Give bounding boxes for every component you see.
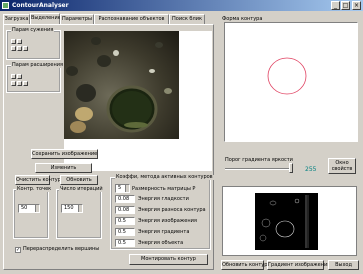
contour-graphic (267, 57, 307, 95)
shrink-params-label: Парам сужения (11, 27, 55, 33)
smoothness-energy-field[interactable]: 0.08 (115, 195, 135, 203)
expand-option-5[interactable] (23, 81, 28, 86)
matrix-size-label: Размерность матрицы Р (132, 186, 196, 192)
smoothness-energy-label: Энергия гладкости (138, 196, 189, 202)
gradient-image-button[interactable]: Градиент изображения (267, 260, 330, 270)
points-value: 50 (21, 205, 28, 211)
minimize-button[interactable]: _ (331, 1, 340, 10)
tab-glare-search[interactable]: Поиск блик (169, 14, 205, 24)
photo-graphic (66, 37, 172, 133)
threshold-label: Порог градиента яркости (225, 157, 293, 163)
properties-window-button[interactable]: Окно свойств (328, 158, 356, 174)
redistribute-checkbox[interactable]: ✓ (15, 247, 21, 253)
iterations-field[interactable]: 150 (61, 204, 83, 213)
shrink-option-4[interactable] (17, 46, 22, 51)
expand-option-1[interactable] (11, 74, 16, 79)
shrink-option-1[interactable] (11, 39, 16, 44)
expand-params-group: Парам расширения (6, 62, 65, 93)
points-spinner[interactable] (35, 205, 39, 212)
fit-contour-button[interactable]: Монтировать контур (129, 254, 208, 265)
window-title: ContourAnalyser (12, 2, 69, 9)
shrink-params-group: Парам сужения (6, 27, 61, 60)
title-bar: ContourAnalyser (0, 0, 363, 11)
redistribute-label: Перераспределить вершины (23, 246, 100, 252)
gradient-energy-field[interactable]: 0.5 (115, 228, 135, 236)
threshold-slider-thumb[interactable] (289, 163, 293, 173)
points-group: Контр. точек 50 (13, 186, 53, 239)
points-field[interactable]: 50 (18, 204, 40, 213)
exit-button[interactable]: Выход (328, 260, 359, 270)
update-contour-button[interactable]: Обновить контур (221, 260, 267, 270)
iterations-value: 150 (64, 205, 74, 211)
tab-object-recognition[interactable]: Распознавание объектов (94, 14, 169, 24)
active-contour-coeffs-label: Коэффи, метода активных контуров (115, 174, 214, 180)
threshold-slider[interactable] (225, 168, 293, 170)
maximize-button[interactable]: □ (341, 1, 350, 10)
spread-energy-label: Энергия разноса контура (138, 207, 206, 213)
object-energy-field[interactable]: 0.5 (115, 239, 135, 247)
object-energy-label: Энергия объекта (138, 240, 184, 246)
shrink-option-3[interactable] (11, 46, 16, 51)
expand-params-label: Парам расширения (11, 62, 65, 68)
gradient-energy-label: Энергия градиента (138, 229, 190, 235)
iterations-spinner[interactable] (78, 205, 82, 212)
spread-energy-field[interactable]: 0.08 (115, 206, 135, 214)
matrix-size-field[interactable]: 5 (115, 184, 130, 193)
contour-form-canvas (224, 22, 358, 142)
expand-option-4[interactable] (17, 81, 22, 86)
image-energy-field[interactable]: 0.5 (115, 217, 135, 225)
active-contour-coeffs-group: Коэффи, метода активных контуров 5 Разме… (110, 174, 214, 250)
shrink-option-5[interactable] (23, 46, 28, 51)
refresh-button[interactable]: Обновить (60, 175, 98, 185)
threshold-value: 255 (305, 166, 317, 173)
change-button[interactable]: Изменить (35, 163, 92, 173)
expand-option-2[interactable] (17, 74, 22, 79)
iterations-group: Число итераций 150 (56, 186, 104, 239)
points-label: Контр. точек (16, 186, 53, 192)
source-photo (64, 31, 179, 139)
matrix-size-spinner[interactable] (125, 185, 129, 192)
tab-selection[interactable]: Выделение (30, 13, 61, 24)
app-icon (2, 2, 9, 9)
save-image-button[interactable]: Сохранить изображение (31, 149, 98, 159)
clear-contour-button[interactable]: Очистить контур (15, 175, 61, 185)
gradient-preview (255, 193, 318, 250)
shrink-option-2[interactable] (17, 39, 22, 44)
gradient-preview-graphic (259, 195, 309, 248)
tab-load[interactable]: Загрузка (3, 14, 30, 24)
close-button[interactable]: × (352, 1, 361, 10)
iterations-label: Число итераций (59, 186, 104, 192)
tab-parameters[interactable]: Параметры (60, 14, 94, 24)
image-energy-label: Энергия изображения (138, 218, 197, 224)
matrix-size-value: 5 (118, 185, 122, 191)
expand-option-3[interactable] (11, 81, 16, 86)
